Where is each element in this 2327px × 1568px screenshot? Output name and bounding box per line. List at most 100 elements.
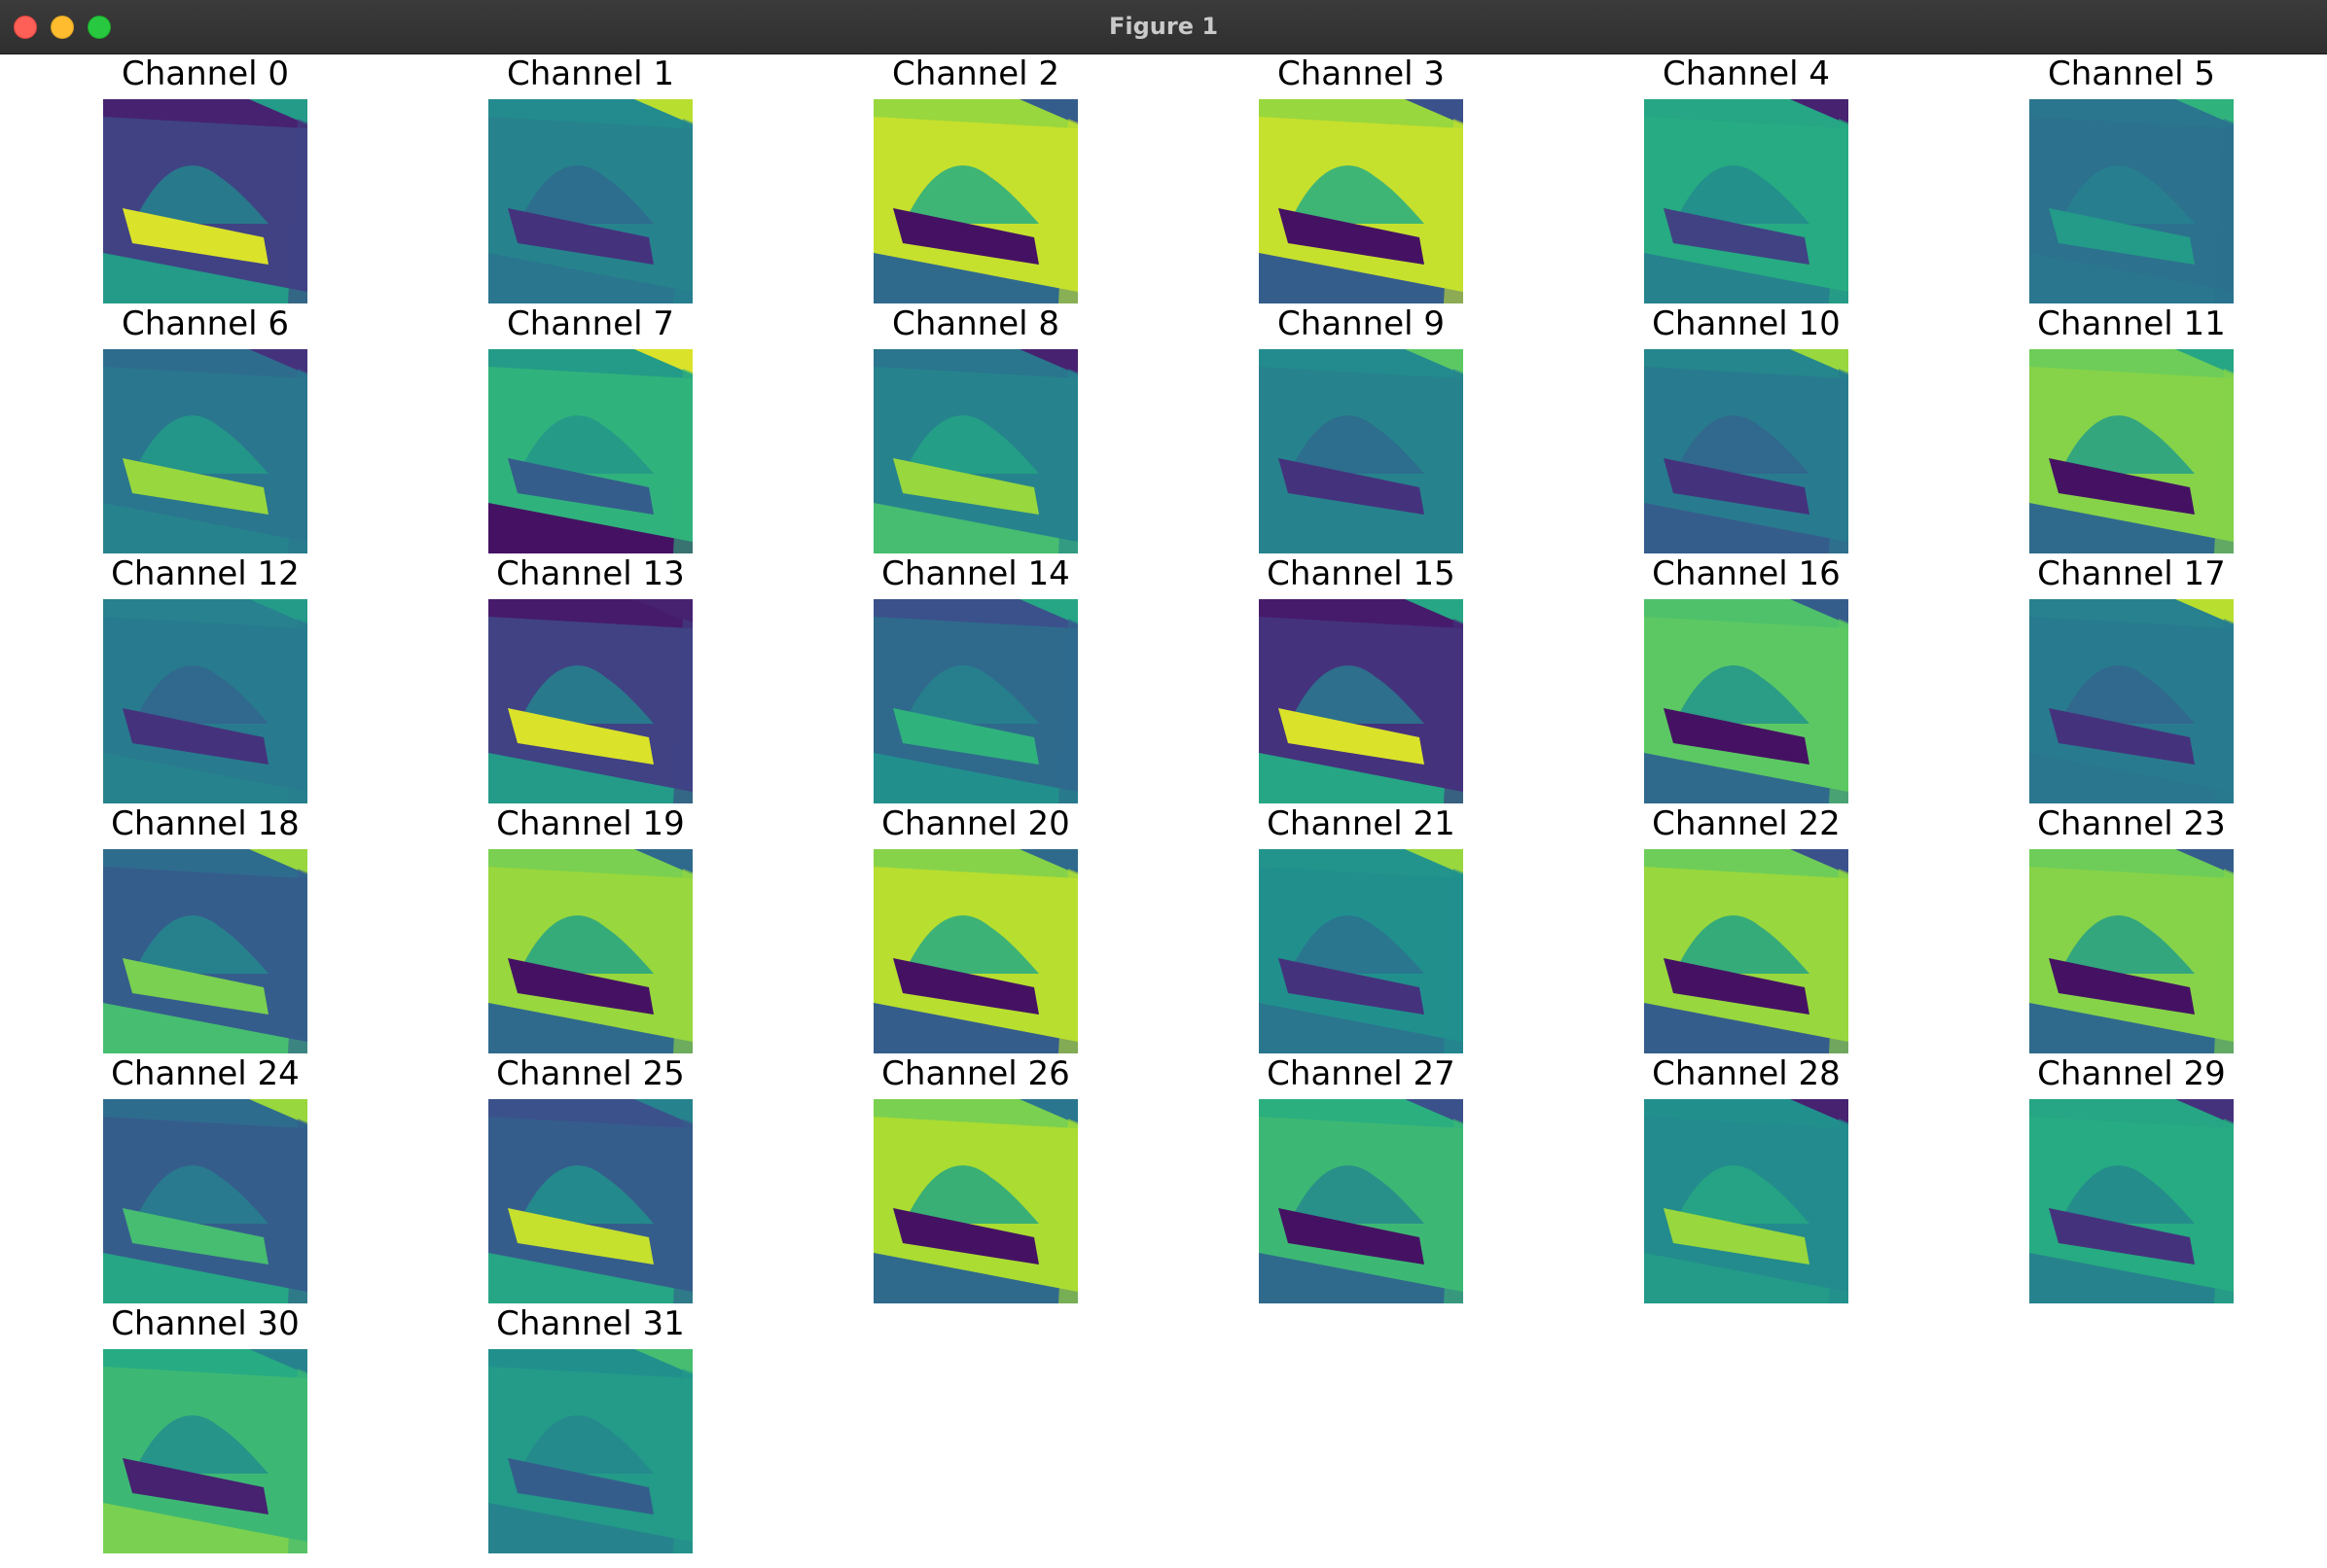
channel-image	[1644, 99, 1848, 303]
channel-image	[488, 99, 693, 303]
channel-title: Channel 0	[121, 54, 290, 93]
window-title: Figure 1	[1108, 13, 1219, 40]
channel-heatmap	[1644, 599, 1848, 803]
channel-heatmap	[2029, 1099, 2234, 1303]
channel-heatmap	[1644, 349, 1848, 553]
channel-heatmap	[1259, 599, 1463, 803]
channel-image	[488, 599, 693, 803]
channel-heatmap	[1259, 849, 1463, 1053]
channel-heatmap	[103, 1349, 307, 1553]
channel-title: Channel 7	[506, 304, 675, 343]
channel-image	[103, 849, 307, 1053]
channel-title: Channel 8	[891, 304, 1060, 343]
channel-heatmap	[103, 349, 307, 553]
channel-image	[1644, 599, 1848, 803]
channel-heatmap	[488, 99, 693, 303]
channel-title: Channel 1	[506, 54, 675, 93]
channel-image	[2029, 599, 2234, 803]
channel-image	[1644, 849, 1848, 1053]
channel-image	[488, 1099, 693, 1303]
channel-image	[1644, 1099, 1848, 1303]
channel-image	[103, 349, 307, 553]
channel-image	[874, 849, 1078, 1053]
figure-canvas: Channel 0 Channel 1 Channel 2 Channel 3 Chan…	[0, 54, 2327, 1568]
channel-image	[2029, 1099, 2234, 1303]
channel-image	[2029, 849, 2234, 1053]
channel-heatmap	[488, 1349, 693, 1553]
channel-title: Channel 25	[496, 1054, 685, 1093]
channel-heatmap	[2029, 599, 2234, 803]
channel-title: Channel 4	[1662, 54, 1831, 93]
channel-image	[2029, 349, 2234, 553]
channel-heatmap	[1644, 99, 1848, 303]
channel-title: Channel 23	[2037, 804, 2226, 843]
channel-image	[1259, 849, 1463, 1053]
channel-title: Channel 14	[881, 554, 1070, 593]
channel-heatmap	[874, 849, 1078, 1053]
channel-heatmap	[1259, 1099, 1463, 1303]
channel-title: Channel 12	[111, 554, 300, 593]
channel-image	[103, 599, 307, 803]
channel-title: Channel 26	[881, 1054, 1070, 1093]
channel-image	[1259, 349, 1463, 553]
channel-heatmap	[874, 99, 1078, 303]
channel-heatmap	[2029, 849, 2234, 1053]
channel-title: Channel 27	[1267, 1054, 1455, 1093]
channel-image	[103, 1099, 307, 1303]
channel-heatmap	[874, 599, 1078, 803]
channel-title: Channel 22	[1652, 804, 1841, 843]
channel-image	[103, 99, 307, 303]
channel-heatmap	[488, 599, 693, 803]
channel-title: Channel 17	[2037, 554, 2226, 593]
channel-image	[874, 99, 1078, 303]
channel-title: Channel 2	[891, 54, 1060, 93]
channel-image	[1259, 99, 1463, 303]
channel-title: Channel 30	[111, 1304, 300, 1343]
channel-image	[1644, 349, 1848, 553]
channel-image	[103, 1349, 307, 1553]
channel-title: Channel 10	[1652, 304, 1841, 343]
channel-image	[488, 1349, 693, 1553]
channel-image	[2029, 99, 2234, 303]
channel-title: Channel 13	[496, 554, 685, 593]
channel-heatmap	[1259, 349, 1463, 553]
channel-title: Channel 21	[1267, 804, 1455, 843]
channel-heatmap	[1644, 849, 1848, 1053]
channel-heatmap	[874, 349, 1078, 553]
channel-title: Channel 15	[1267, 554, 1455, 593]
channel-title: Channel 20	[881, 804, 1070, 843]
channel-title: Channel 24	[111, 1054, 300, 1093]
channel-heatmap	[103, 849, 307, 1053]
channel-image	[1259, 1099, 1463, 1303]
channel-title: Channel 19	[496, 804, 685, 843]
channel-title: Channel 3	[1276, 54, 1446, 93]
channel-title: Channel 5	[2047, 54, 2216, 93]
channel-heatmap	[488, 1099, 693, 1303]
channel-image	[874, 599, 1078, 803]
channel-image	[874, 349, 1078, 553]
channel-image	[488, 349, 693, 553]
channel-title: Channel 11	[2037, 304, 2226, 343]
channel-heatmap	[488, 349, 693, 553]
channel-title: Channel 18	[111, 804, 300, 843]
channel-title: Channel 16	[1652, 554, 1841, 593]
channel-image	[874, 1099, 1078, 1303]
channel-image	[488, 849, 693, 1053]
channel-heatmap	[874, 1099, 1078, 1303]
figure-window: Figure 1 Channel 0 Channel 1 Channel 2 Chan…	[0, 0, 2327, 1568]
channel-heatmap	[2029, 99, 2234, 303]
channel-title: Channel 31	[496, 1304, 685, 1343]
channel-heatmap	[103, 99, 307, 303]
title-bar[interactable]: Figure 1	[0, 0, 2327, 54]
channel-heatmap	[1644, 1099, 1848, 1303]
channel-heatmap	[2029, 349, 2234, 553]
channel-heatmap	[1259, 99, 1463, 303]
channel-heatmap	[488, 849, 693, 1053]
channel-title: Channel 6	[121, 304, 290, 343]
channel-image	[1259, 599, 1463, 803]
channel-title: Channel 9	[1276, 304, 1446, 343]
channel-title: Channel 29	[2037, 1054, 2226, 1093]
channel-title: Channel 28	[1652, 1054, 1841, 1093]
channel-heatmap	[103, 599, 307, 803]
channel-heatmap	[103, 1099, 307, 1303]
